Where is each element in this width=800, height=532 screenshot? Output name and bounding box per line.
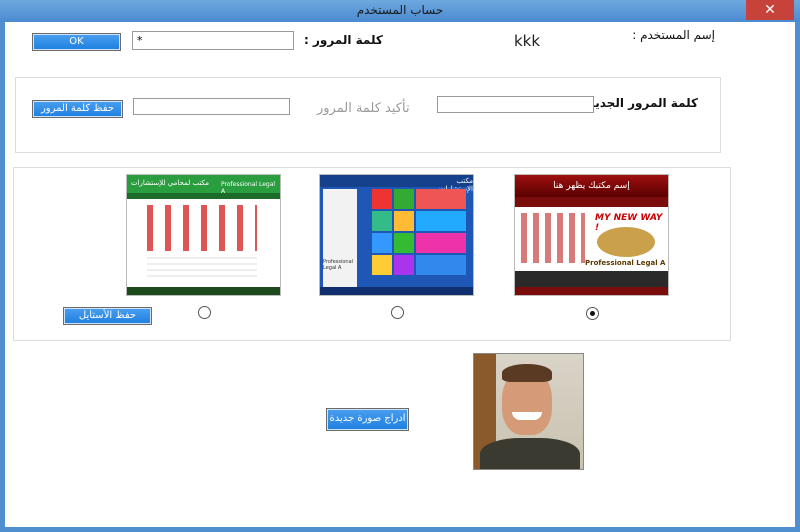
username-value: kkk [514, 32, 541, 50]
window-title: حساب المستخدم [356, 3, 444, 17]
style-radio-blue[interactable] [391, 306, 404, 319]
password-label: كلمة المرور : [304, 33, 383, 47]
thumb-red-icons [521, 213, 585, 263]
style-radio-green[interactable] [198, 306, 211, 319]
close-button[interactable]: ✕ [746, 0, 794, 20]
new-password-label: كلمة المرور الجديدة [581, 96, 698, 110]
thumb-blue-brand: Professional Legal A [323, 259, 354, 271]
style-thumb-green[interactable]: مكتب لمحامي للإستشارات Professional Lega… [126, 174, 281, 296]
thumb-red-banner: إسم مكتبك يظهر هنا [515, 175, 668, 197]
confirm-password-label: تأكيد كلمة المرور [317, 101, 410, 116]
style-thumb-blue[interactable]: مكتب الإستشارات Professional Legal A [319, 174, 474, 296]
save-style-button[interactable]: حفظ الأستايل [63, 307, 152, 325]
insert-photo-button[interactable]: ادراج صورة جديدة [326, 408, 409, 431]
ok-button[interactable]: OK [32, 33, 121, 51]
password-field[interactable]: * [132, 31, 294, 50]
window-content: إسم المستخدم : kkk كلمة المرور : * OK كل… [5, 22, 795, 527]
thumb-blue-tiles [372, 189, 468, 275]
confirm-password-field[interactable] [133, 98, 290, 115]
thumb-red-sub: Professional Legal A [585, 259, 666, 267]
style-radio-red[interactable] [586, 307, 599, 320]
scales-logo [597, 227, 655, 257]
username-label: إسم المستخدم : [632, 28, 715, 42]
style-thumb-red[interactable]: إسم مكتبك يظهر هنا MY NEW WAY ! Professi… [514, 174, 669, 296]
thumb-green-icons [147, 205, 257, 251]
title-bar: حساب المستخدم ✕ [0, 0, 800, 22]
new-password-field[interactable] [437, 96, 594, 113]
save-password-button[interactable]: حفظ كلمة المرور [32, 100, 123, 118]
thumb-green-banner: مكتب لمحامي للإستشارات [131, 179, 210, 187]
user-photo [473, 353, 584, 470]
